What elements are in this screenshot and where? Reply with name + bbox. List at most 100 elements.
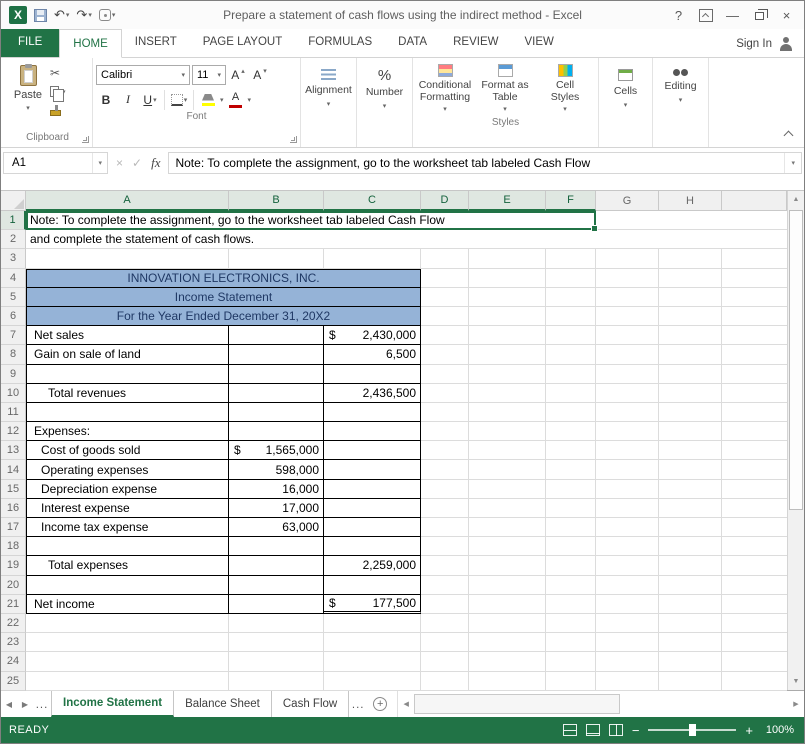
cell-A19[interactable]: Total expenses xyxy=(26,556,229,575)
horizontal-scrollbar[interactable]: ◀ ▶ xyxy=(397,691,804,717)
cell-C16[interactable] xyxy=(324,499,421,518)
cell-B17[interactable]: 63,000 xyxy=(229,518,324,537)
cell-H13[interactable] xyxy=(659,441,722,460)
font-size-select[interactable]: 11 ▾ xyxy=(192,65,226,85)
cell-H17[interactable] xyxy=(659,518,722,537)
cell-A12[interactable]: Expenses: xyxy=(26,422,229,441)
column-header-H[interactable]: H xyxy=(659,191,722,211)
previous-sheet-button[interactable]: ◀ xyxy=(1,691,17,717)
cell-F8[interactable] xyxy=(546,345,596,364)
cell-H14[interactable] xyxy=(659,460,722,479)
zoom-level[interactable]: 100% xyxy=(762,724,794,736)
vertical-scroll-thumb[interactable] xyxy=(789,210,803,510)
row-header-21[interactable]: 21 xyxy=(1,595,26,614)
cell-G15[interactable] xyxy=(596,480,659,499)
cell-E13[interactable] xyxy=(469,441,546,460)
close-button[interactable]: × xyxy=(773,4,800,26)
cell-F21[interactable] xyxy=(546,595,596,614)
ribbon-tab-page-layout[interactable]: PAGE LAYOUT xyxy=(190,28,295,57)
cell-F25[interactable] xyxy=(546,672,596,691)
cell-G23[interactable] xyxy=(596,633,659,652)
editing-button[interactable]: Editing ▾ xyxy=(656,60,705,104)
cell-D15[interactable] xyxy=(421,480,469,499)
row-header-11[interactable]: 11 xyxy=(1,403,26,422)
row-header-23[interactable]: 23 xyxy=(1,633,26,652)
paste-button[interactable]: Paste ▾ xyxy=(6,60,50,131)
cell-C12[interactable] xyxy=(324,422,421,441)
sheet-tab-income-statement[interactable]: Income Statement xyxy=(51,691,174,717)
cell-C22[interactable] xyxy=(324,614,421,633)
next-sheet-button[interactable]: ▶ xyxy=(17,691,33,717)
cell-C8[interactable]: 6,500 xyxy=(324,345,421,364)
save-icon[interactable] xyxy=(34,9,47,22)
sheet-tab-balance-sheet[interactable]: Balance Sheet xyxy=(174,691,272,717)
cell-G18[interactable] xyxy=(596,537,659,556)
cell-A24[interactable] xyxy=(26,652,229,671)
normal-view-button[interactable] xyxy=(563,724,577,736)
cell-F12[interactable] xyxy=(546,422,596,441)
cell-A8[interactable]: Gain on sale of land xyxy=(26,345,229,364)
cell-C19[interactable]: 2,259,000 xyxy=(324,556,421,575)
cell-C7[interactable]: $2,430,000 xyxy=(324,326,421,345)
font-name-select[interactable]: Calibri ▾ xyxy=(96,65,190,85)
cell-F15[interactable] xyxy=(546,480,596,499)
cell-H6[interactable] xyxy=(659,307,722,326)
zoom-slider[interactable] xyxy=(648,729,736,731)
ribbon-tab-file[interactable]: FILE xyxy=(1,28,59,57)
cell-G10[interactable] xyxy=(596,384,659,403)
row-header-5[interactable]: 5 xyxy=(1,288,26,307)
cell-F3[interactable] xyxy=(546,249,596,268)
cell-D5[interactable] xyxy=(421,288,469,307)
cell-G25[interactable] xyxy=(596,672,659,691)
cell-F13[interactable] xyxy=(546,441,596,460)
cell-F6[interactable] xyxy=(546,307,596,326)
cell-B25[interactable] xyxy=(229,672,324,691)
cell-D23[interactable] xyxy=(421,633,469,652)
cell-E10[interactable] xyxy=(469,384,546,403)
new-sheet-button[interactable]: + xyxy=(367,691,393,717)
cell-G9[interactable] xyxy=(596,365,659,384)
cell-A5[interactable]: Income Statement xyxy=(26,288,421,307)
cell-G7[interactable] xyxy=(596,326,659,345)
column-header-F[interactable]: F xyxy=(546,191,596,211)
cell-D14[interactable] xyxy=(421,460,469,479)
row-header-20[interactable]: 20 xyxy=(1,576,26,595)
scroll-up-icon[interactable]: ▲ xyxy=(788,191,804,208)
font-color-button[interactable]: A xyxy=(226,89,246,110)
cell-A13[interactable]: Cost of goods sold xyxy=(26,441,229,460)
cell-E7[interactable] xyxy=(469,326,546,345)
cell-G13[interactable] xyxy=(596,441,659,460)
sheet-tab-cash-flow[interactable]: Cash Flow xyxy=(272,691,349,717)
row-header-2[interactable]: 2 xyxy=(1,230,26,249)
cell-A18[interactable] xyxy=(26,537,229,556)
conditional-formatting-button[interactable]: Conditional Formatting ▾ xyxy=(416,63,474,116)
cell-H9[interactable] xyxy=(659,365,722,384)
cell-B13[interactable]: $1,565,000 xyxy=(229,441,324,460)
cell-D6[interactable] xyxy=(421,307,469,326)
borders-button[interactable]: ▾ xyxy=(169,89,189,110)
cell-A16[interactable]: Interest expense xyxy=(26,499,229,518)
cell-D22[interactable] xyxy=(421,614,469,633)
cell-B12[interactable] xyxy=(229,422,324,441)
row-header-8[interactable]: 8 xyxy=(1,345,26,364)
cell-F22[interactable] xyxy=(546,614,596,633)
cell-E12[interactable] xyxy=(469,422,546,441)
cell-A3[interactable] xyxy=(26,249,229,268)
cell-E19[interactable] xyxy=(469,556,546,575)
undo-button[interactable]: ↶▾ xyxy=(54,7,69,23)
row-header-10[interactable]: 10 xyxy=(1,384,26,403)
cancel-button[interactable]: × xyxy=(116,156,123,170)
cell-G5[interactable] xyxy=(596,288,659,307)
cell-F11[interactable] xyxy=(546,403,596,422)
help-button[interactable]: ? xyxy=(665,4,692,26)
cell-G3[interactable] xyxy=(596,249,659,268)
cell-F23[interactable] xyxy=(546,633,596,652)
cell-D4[interactable] xyxy=(421,269,469,288)
cell-B10[interactable] xyxy=(229,384,324,403)
cell-E3[interactable] xyxy=(469,249,546,268)
ribbon-tab-formulas[interactable]: FORMULAS xyxy=(295,28,385,57)
cell-A7[interactable]: Net sales xyxy=(26,326,229,345)
name-box[interactable]: A1 ▾ xyxy=(3,152,108,174)
cell-B3[interactable] xyxy=(229,249,324,268)
cell-A6[interactable]: For the Year Ended December 31, 20X2 xyxy=(26,307,421,326)
